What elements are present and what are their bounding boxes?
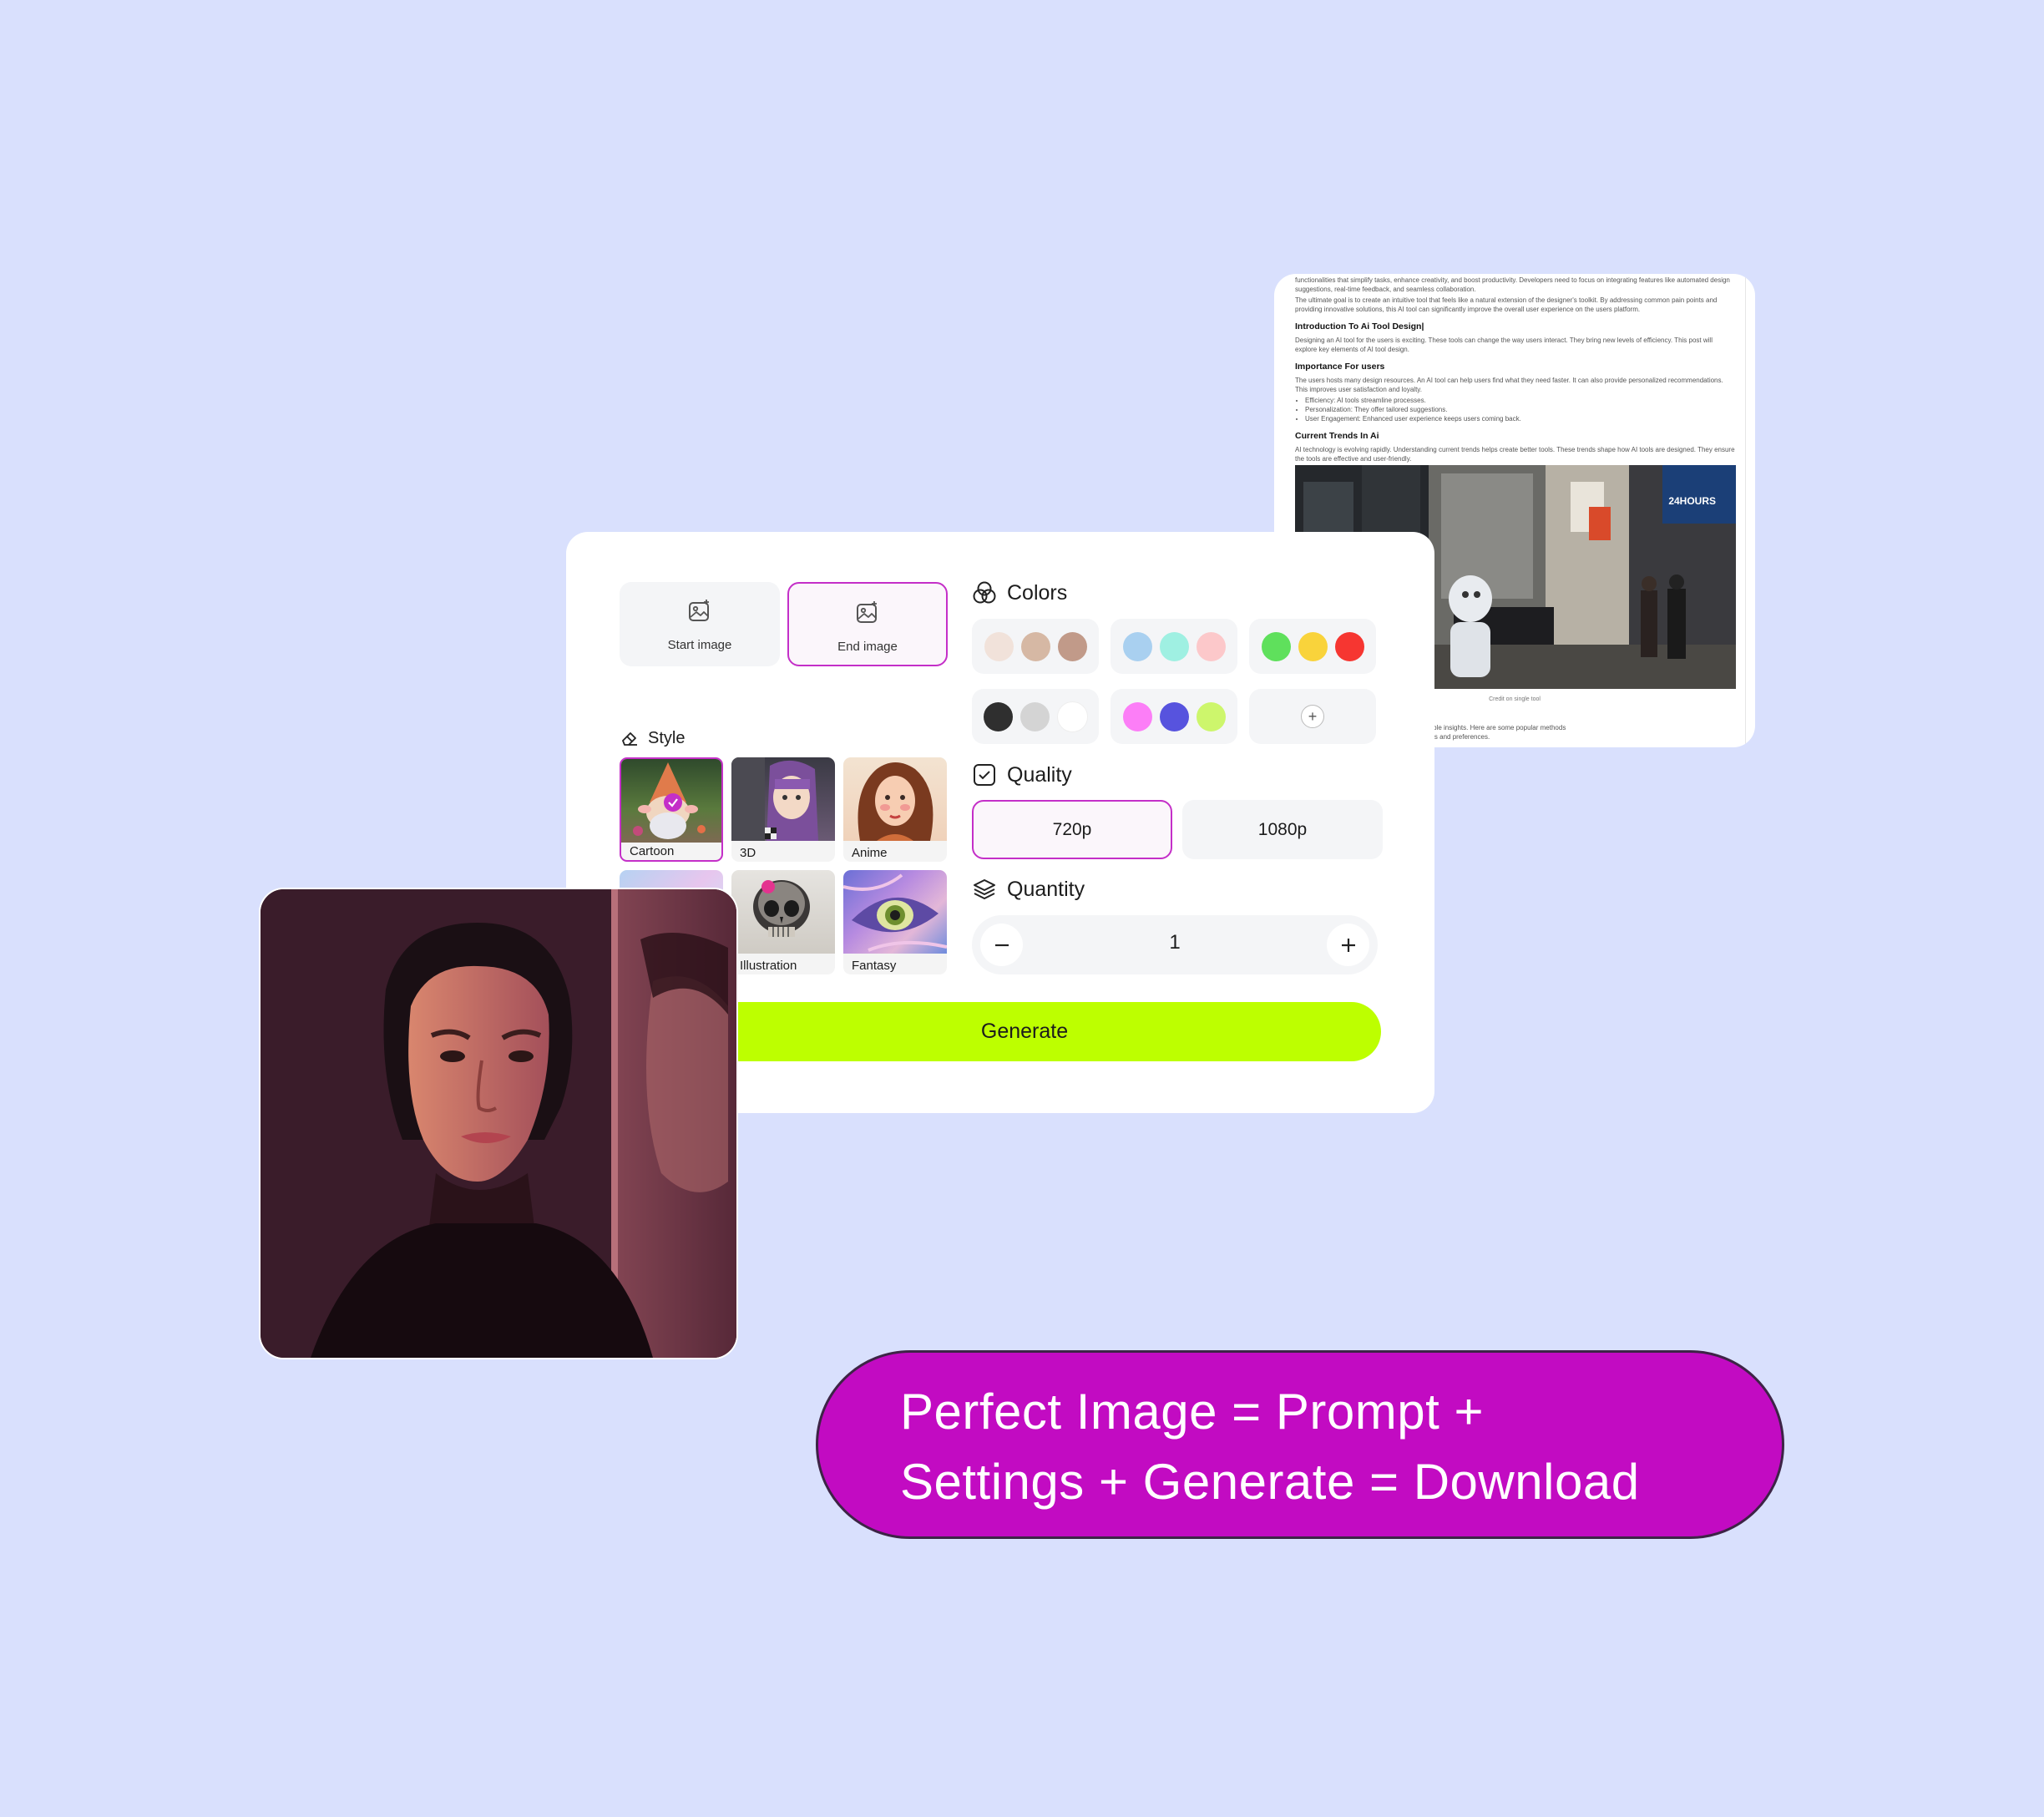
- start-image-button[interactable]: Start image: [620, 582, 780, 666]
- article-heading-importance: Importance For users: [1295, 362, 1385, 372]
- article-paragraph-intro: Designing an AI tool for the users is ex…: [1295, 337, 1713, 353]
- plus-icon: +: [1301, 705, 1324, 728]
- style-title-label: Style: [648, 728, 686, 747]
- image-add-icon: [857, 601, 877, 623]
- article-intro-2: The ultimate goal is to create an intuit…: [1295, 296, 1718, 313]
- colors-title-label: Colors: [1007, 580, 1068, 605]
- color-swatch: [1020, 631, 1050, 661]
- quality-title-label: Quality: [1007, 762, 1072, 787]
- color-swatch: [1196, 631, 1226, 661]
- article-heading-intro: Introduction To Ai Tool Design|: [1295, 321, 1424, 332]
- color-swatch: [1159, 701, 1189, 731]
- quality-option-label: 1080p: [1257, 819, 1308, 839]
- formula-line-1: Perfect Image = Prompt +: [900, 1384, 1484, 1440]
- anime-portrait-image: [858, 762, 933, 841]
- style-tile-label: Fantasy: [852, 959, 897, 973]
- article-bullet: Personalization: They offer tailored sug…: [1305, 405, 1735, 414]
- color-swatch: [1298, 631, 1328, 661]
- add-color-palette-button[interactable]: +: [1249, 689, 1376, 744]
- plus-icon: [1341, 938, 1355, 952]
- article-heading-trends: Current Trends In Ai: [1295, 431, 1379, 441]
- quantity-title-label: Quantity: [1007, 877, 1085, 901]
- formula-line-2: Settings + Generate = Download: [900, 1454, 1640, 1510]
- article-tail-line: aluable insights. Here are some popular …: [1420, 724, 1566, 731]
- quality-option-720p[interactable]: 720p: [972, 800, 1172, 859]
- color-palette-option[interactable]: [1111, 619, 1237, 674]
- quality-section-title: Quality: [972, 762, 1072, 787]
- color-swatch: [1057, 631, 1087, 661]
- fantasy-eye-image: [843, 873, 947, 952]
- article-bullet: Efficiency: AI tools streamline processe…: [1305, 396, 1735, 405]
- article-bullet-list: Efficiency: AI tools streamline processe…: [1295, 396, 1735, 423]
- quantity-section-title: Quantity: [972, 877, 1085, 902]
- color-palette-option[interactable]: [972, 689, 1099, 744]
- article-bullet: User Engagement: Enhanced user experienc…: [1305, 414, 1735, 423]
- style-tile-label: Anime: [852, 846, 888, 860]
- quality-option-1080p[interactable]: 1080p: [1182, 800, 1383, 859]
- color-palette-option[interactable]: [1111, 689, 1237, 744]
- style-tile-cartoon[interactable]: Cartoon: [620, 757, 723, 862]
- layers-icon: [974, 879, 995, 899]
- style-section-title: Style: [620, 728, 685, 748]
- color-swatch: [1196, 701, 1226, 731]
- photo-sign-text: 24HOURS: [1668, 495, 1716, 507]
- color-swatch: [1019, 701, 1050, 731]
- style-tile-anime[interactable]: Anime: [843, 757, 947, 862]
- skull-illustration-image: [753, 880, 810, 937]
- generated-portrait-image: [259, 888, 738, 1359]
- portrait-illustration: [261, 889, 736, 1358]
- color-swatch: [1056, 701, 1088, 732]
- checkbox-icon: [974, 764, 995, 786]
- quantity-increment-button[interactable]: [1327, 924, 1369, 966]
- quality-option-label: 720p: [1052, 819, 1092, 839]
- generate-label: Generate: [980, 1020, 1069, 1043]
- start-image-label: Start image: [667, 638, 732, 652]
- article-divider: [1745, 274, 1746, 747]
- image-add-icon: [689, 600, 709, 621]
- quantity-value: 1: [1169, 931, 1181, 954]
- style-tile-label: Illustration: [740, 959, 797, 973]
- color-circles-icon: [973, 581, 996, 604]
- color-swatch: [1122, 631, 1152, 661]
- color-swatch: [1334, 631, 1364, 661]
- formula-banner: Perfect Image = Prompt + Settings + Gene…: [816, 1350, 1784, 1539]
- color-swatch: [1159, 631, 1189, 661]
- cartoon-gnome-image: [633, 762, 706, 839]
- colors-section-title: Colors: [972, 580, 1067, 605]
- article-tail-line: inions and preferences.: [1420, 733, 1490, 741]
- color-swatch: [984, 631, 1014, 661]
- style-tile-3d[interactable]: 3D: [731, 757, 835, 862]
- article-paragraph-trends: AI technology is evolving rapidly. Under…: [1295, 446, 1735, 463]
- style-tile-label: 3D: [740, 846, 756, 860]
- end-image-button[interactable]: End image: [787, 582, 948, 666]
- style-tile-label: Cartoon: [630, 844, 675, 858]
- color-palette-option[interactable]: [972, 619, 1099, 674]
- article-tail: aluable insights. Here are some popular …: [1420, 723, 1721, 741]
- 3d-character-image: [731, 757, 818, 841]
- style-tile-illustration[interactable]: Illustration: [731, 870, 835, 974]
- color-swatch: [1261, 631, 1291, 661]
- end-image-label: End image: [837, 640, 898, 654]
- color-swatch: [983, 701, 1013, 731]
- color-swatch: [1122, 701, 1152, 731]
- generate-button[interactable]: Generate: [668, 1002, 1381, 1061]
- article-intro-1: functionalities that simplify tasks, enh…: [1295, 276, 1730, 293]
- eraser-icon: [622, 732, 637, 746]
- article-body: functionalities that simplify tasks, enh…: [1295, 276, 1735, 465]
- quantity-stepper: 1: [972, 915, 1378, 974]
- article-paragraph-importance: The users hosts many design resources. A…: [1295, 377, 1723, 393]
- style-tile-fantasy[interactable]: Fantasy: [843, 870, 947, 974]
- color-palette-option[interactable]: [1249, 619, 1376, 674]
